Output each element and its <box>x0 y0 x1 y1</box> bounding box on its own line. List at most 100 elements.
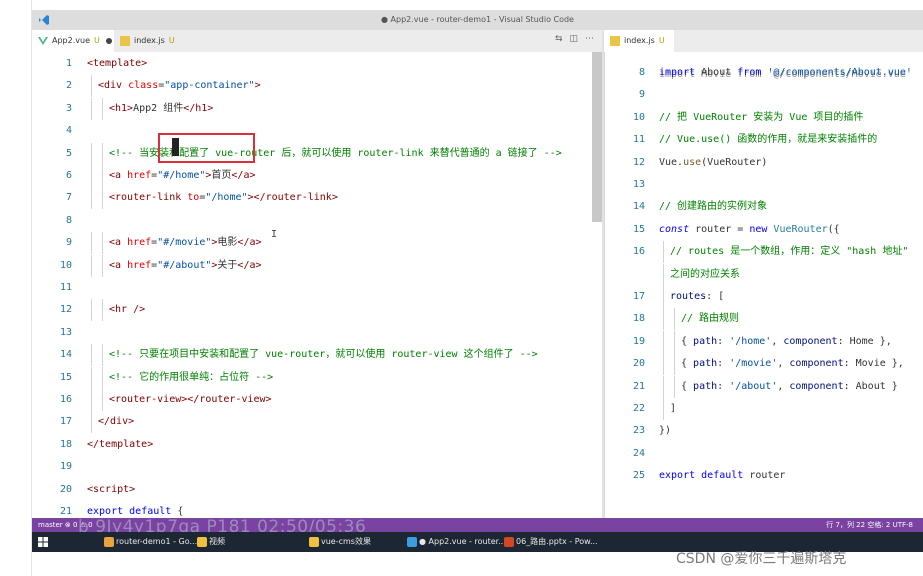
code-line: 11 <box>32 277 602 299</box>
code-line: 7 <router-link to="/home"></router-link> <box>32 187 602 210</box>
ibeam-cursor-icon: I <box>271 229 278 240</box>
indent-guide <box>91 142 92 165</box>
status-right[interactable]: 行 7，列 22 空格: 2 UTF-8 <box>826 518 913 532</box>
title-bar: ● App2.vue - router-demo1 - Visual Studi… <box>32 10 923 30</box>
editor-left[interactable]: 1 <template> 2 <div class="app-container"> 3… <box>32 52 602 518</box>
code-line: 10 <a href="#/about">关于</a> <box>32 254 602 277</box>
code-text: // routes 是一个数组，作用：定义 "hash 地址" <box>670 246 909 258</box>
indent-guide <box>102 97 103 120</box>
code-text: // Vue.use() 函数的作用，就是来安装插件的 <box>659 134 878 146</box>
line-number: 22 <box>632 403 645 414</box>
code-line: 13 <box>605 174 923 196</box>
git-status: U <box>168 36 175 45</box>
editor-right[interactable]: import Movie from '@/components/Movie.vu… <box>604 52 923 518</box>
editor-actions: ⇆ ◫ ⋯ <box>548 34 594 44</box>
code-text: 之间的对应关系 <box>670 268 740 280</box>
code-line: 20 <script> <box>32 479 602 501</box>
code-text: <hr /> <box>109 304 146 316</box>
tab-label: index.js <box>624 36 655 45</box>
code-line: 9 <a href="#/movie">电影</a> <box>32 232 602 255</box>
taskbar-item[interactable]: 视频 <box>195 532 225 552</box>
indent-guide <box>663 330 664 353</box>
open-changes-icon[interactable]: ⇆ <box>555 34 563 44</box>
indent-guide <box>91 232 92 255</box>
line-number: 9 <box>638 89 645 101</box>
taskbar-label: router-demo1 - Go... <box>116 537 198 546</box>
taskbar-label: ● App2.vue - router... <box>419 537 506 546</box>
indent-guide <box>674 353 675 376</box>
indent-guide <box>674 375 675 398</box>
code-line: 2 <div class="app-container"> <box>32 75 602 98</box>
code-text: // 创建路由的实例对象 <box>659 201 768 213</box>
windows-start-icon[interactable] <box>38 537 48 547</box>
more-actions-icon[interactable]: ⋯ <box>585 34 594 44</box>
indent-guide <box>663 241 664 264</box>
code-line: 15 const router = new VueRouter({ <box>605 219 923 241</box>
indent-guide <box>663 308 664 331</box>
line-number: 8 <box>638 67 645 78</box>
tab-app2-vue[interactable]: App2.vue U <box>32 30 114 52</box>
line-number: 15 <box>632 223 645 235</box>
indent-guide <box>102 165 103 187</box>
line-number: 15 <box>59 371 72 383</box>
indent-guide <box>663 263 664 286</box>
line-number: 24 <box>632 447 645 459</box>
indent-guide <box>91 75 92 98</box>
line-number: 20 <box>632 358 645 370</box>
app-icon <box>197 537 207 547</box>
code-text: { path: '/movie', component: Movie }, <box>681 358 904 370</box>
code-line: 19 <box>32 456 602 478</box>
indent-guide <box>91 299 92 322</box>
code-line: 6 <a href="#/home">首页</a> <box>32 165 602 187</box>
taskbar-item[interactable]: vue-cms效果 <box>307 532 371 552</box>
line-number: 10 <box>632 111 645 123</box>
tab-index-js[interactable]: index.js U <box>114 30 184 52</box>
code-text: <h1>App2 组件</h1> <box>109 102 214 114</box>
line-number: 21 <box>632 380 645 392</box>
left-margin <box>0 0 32 576</box>
vue-file-icon <box>38 37 48 45</box>
code-text: <script> <box>87 483 136 495</box>
taskbar-item[interactable]: router-demo1 - Go... <box>102 532 197 552</box>
code-line: 12 <hr /> <box>32 299 602 322</box>
indent-guide <box>663 353 664 376</box>
taskbar-item[interactable]: ● App2.vue - router... <box>405 532 506 552</box>
code-text: const router = new VueRouter({ <box>659 223 840 235</box>
indent-guide <box>102 344 103 367</box>
line-number: 17 <box>632 291 645 302</box>
code-text: export default router <box>659 470 786 482</box>
code-line: 22] <box>605 398 923 420</box>
split-editor-icon[interactable]: ◫ <box>569 34 578 44</box>
app-icon <box>504 537 514 547</box>
code-text: }) <box>659 425 672 437</box>
tab-index-js-right[interactable]: index.js U <box>604 30 674 52</box>
code-line: 16 // routes 是一个数组，作用：定义 "hash 地址" <box>605 241 923 264</box>
window-title: ● App2.vue - router-demo1 - Visual Studi… <box>381 15 574 24</box>
code-line: 18 // 路由规则 <box>605 308 923 331</box>
line-number: 9 <box>65 237 72 249</box>
code-text: <div class="app-container"> <box>98 80 261 92</box>
code-line: 8 import About from '@/components/About.v… <box>605 62 923 84</box>
code-line: 23}) <box>605 420 923 442</box>
code-line: 21 { path: '/about', component: About } <box>605 375 923 398</box>
indent-guide <box>674 330 675 353</box>
line-number: 25 <box>632 470 645 482</box>
git-status: U <box>658 36 665 45</box>
app-icon <box>407 537 417 547</box>
indent-guide <box>102 299 103 322</box>
taskbar-item[interactable]: 06_路由.pptx - Pow... <box>502 532 598 552</box>
tab-label: index.js <box>134 36 165 45</box>
code-text: <a href="#/home">首页</a> <box>109 170 256 181</box>
code-line: 8 <box>32 210 602 232</box>
line-number: 8 <box>65 214 72 226</box>
taskbar-label: vue-cms效果 <box>321 537 371 546</box>
line-number: 13 <box>632 179 645 190</box>
modified-dot-icon <box>105 37 112 44</box>
code-line: 17 </div> <box>32 411 602 434</box>
code-text: Vue.use(VueRouter) <box>659 156 768 168</box>
code-line: 14 <!-- 只要在项目中安装和配置了 vue-router，就可以使用 rou… <box>32 344 602 367</box>
code-line: 5 <!-- 当安装和配置了 vue-router 后，就可以使用 router-… <box>32 142 602 165</box>
taskbar-label: 视频 <box>209 537 225 546</box>
line-number: 23 <box>632 425 645 437</box>
indent-guide <box>102 187 103 210</box>
